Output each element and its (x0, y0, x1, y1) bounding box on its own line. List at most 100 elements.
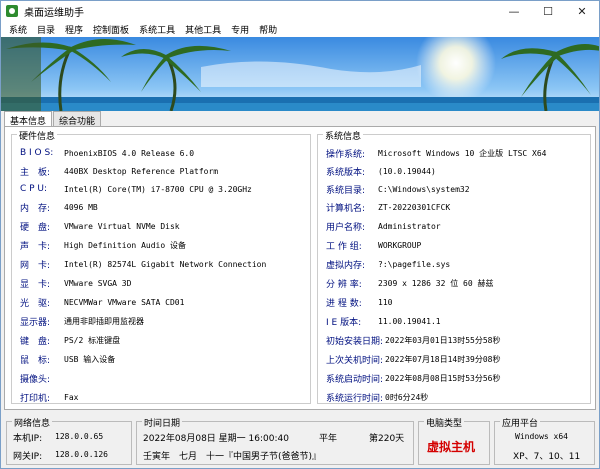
sys-label: 工 作 组: (326, 241, 362, 252)
platform-versions-text: XP、7、10、11 (513, 452, 581, 462)
date-time-text: 2022年08月08日 星期一 16:00:40 (143, 434, 289, 444)
hw-label: 键 盘: (20, 336, 51, 347)
datetime-title: 时间日期 (142, 416, 183, 429)
sys-label: 系统启动时间: (326, 374, 384, 385)
close-button[interactable]: ✕ (565, 1, 599, 21)
sys-label: 分 辨 率: (326, 279, 362, 290)
hw-value: PS/2 标准键盘 (64, 335, 121, 345)
pc-type-value: 虚拟主机 (427, 440, 476, 454)
hw-label: 内 存: (20, 203, 51, 214)
hw-label: 显示器: (20, 317, 51, 328)
sys-label: I E 版本: (326, 317, 362, 328)
beach-banner-image (1, 37, 599, 111)
sys-label: 系统运行时间: (326, 393, 384, 404)
window-title: 桌面运维助手 (24, 7, 84, 19)
minimize-button[interactable]: — (497, 1, 531, 21)
hw-label: 打印机: (20, 393, 51, 404)
hw-label: B I O S: (20, 148, 54, 158)
sys-value: Microsoft Windows 10 企业版 LTSC X64 (378, 148, 547, 158)
sys-row-last-shutdown: 上次关机时间: 2022年07月18日14时39分08秒 (326, 352, 500, 366)
hardware-info-title: 硬件信息 (17, 129, 58, 142)
hw-value: 通用非即插即用监视器 (64, 316, 144, 326)
hw-row-bios: B I O S: PhoenixBIOS 4.0 Release 6.0 (20, 146, 194, 160)
day-of-year-text: 第220天 (369, 434, 405, 444)
hw-value: USB 输入设备 (64, 354, 116, 364)
app-icon (6, 5, 18, 17)
hw-value: VMware SVGA 3D (64, 278, 132, 288)
hw-value: 440BX Desktop Reference Platform (64, 166, 219, 176)
hw-row-disk: 硬 盘: VMware Virtual NVMe Disk (20, 219, 180, 233)
menu-bar: 系统 目录 程序 控制面板 系统工具 其他工具 专用 帮助 (1, 21, 599, 37)
hw-label: 声 卡: (20, 241, 51, 252)
hw-label: 摄像头: (20, 374, 51, 385)
sys-label: 初始安装日期: (326, 336, 384, 347)
sys-value: 2022年08月08日15时53分56秒 (385, 373, 501, 383)
hw-label: 网 卡: (20, 260, 51, 271)
hw-value: VMware Virtual NVMe Disk (64, 221, 180, 231)
hw-value: PhoenixBIOS 4.0 Release 6.0 (64, 148, 195, 158)
sys-row-user-name: 用户名称: Administrator (326, 219, 441, 233)
sys-value: 2022年03月01日13时55分58秒 (385, 335, 501, 345)
sys-value: Administrator (378, 221, 441, 231)
sys-label: 虚拟内存: (326, 260, 366, 271)
hw-value: Fax (64, 392, 79, 402)
app-window: 桌面运维助手 — ☐ ✕ 系统 目录 程序 控制面板 系统工具 其他工具 专用 … (0, 0, 600, 469)
system-info-group: 系统信息 操作系统: Microsoft Windows 10 企业版 LTSC … (317, 129, 591, 404)
sys-row-install-date: 初始安装日期: 2022年03月01日13时55分58秒 (326, 333, 500, 347)
sys-row-computer-name: 计算机名: ZT-20220301CFCK (326, 200, 450, 214)
sys-row-uptime: 系统运行时间: 0时6分24秒 (326, 390, 428, 404)
tab-bar: 基本信息 综合功能 (4, 111, 102, 127)
menu-control-panel[interactable]: 控制面板 (88, 23, 134, 36)
menu-special[interactable]: 专用 (226, 23, 254, 36)
menu-other-tools[interactable]: 其他工具 (180, 23, 226, 36)
tab-basic-info[interactable]: 基本信息 (4, 111, 53, 127)
platform-title: 应用平台 (500, 416, 541, 429)
sys-value: 0时6分24秒 (385, 392, 429, 402)
sys-label: 计算机名: (326, 203, 366, 214)
menu-programs[interactable]: 程序 (60, 23, 88, 36)
sys-value: 110 (378, 297, 393, 307)
hw-row-cpu: C P U: Intel(R) Core(TM) i7-8700 CPU @ 3.… (20, 182, 252, 196)
network-info-title: 网络信息 (12, 416, 53, 429)
sys-row-ie-version: I E 版本: 11.00.19041.1 (326, 314, 441, 328)
sys-row-version: 系统版本: (10.0.19044) (326, 164, 436, 178)
sys-value: 2022年07月18日14时39分08秒 (385, 354, 501, 364)
tab-comprehensive[interactable]: 综合功能 (53, 111, 102, 127)
hw-row-motherboard: 主 板: 440BX Desktop Reference Platform (20, 164, 218, 178)
sys-value: (10.0.19044) (378, 166, 436, 176)
gateway-ip-label: 网关IP: (13, 452, 43, 462)
sys-row-virtual-memory: 虚拟内存: ?:\pagefile.sys (326, 257, 450, 271)
sys-value: 11.00.19041.1 (378, 316, 441, 326)
hw-label: 显 卡: (20, 279, 51, 290)
menu-directory[interactable]: 目录 (32, 23, 60, 36)
hw-row-network-card: 网 卡: Intel(R) 82574L Gigabit Network Conn… (20, 257, 266, 271)
hw-label: 硬 盘: (20, 222, 51, 233)
hw-row-camera: 摄像头: (20, 371, 64, 385)
sys-label: 上次关机时间: (326, 355, 384, 366)
sys-row-process-count: 进 程 数: 110 (326, 295, 392, 309)
hw-label: C P U: (20, 184, 48, 194)
sys-label: 操作系统: (326, 149, 366, 160)
sys-value: 2309 x 1286 32 位 60 赫兹 (378, 278, 494, 288)
menu-help[interactable]: 帮助 (254, 23, 282, 36)
menu-system-tools[interactable]: 系统工具 (134, 23, 180, 36)
maximize-button[interactable]: ☐ (531, 1, 565, 21)
sys-row-directory: 系统目录: C:\Windows\system32 (326, 182, 470, 196)
hw-row-display-card: 显 卡: VMware SVGA 3D (20, 276, 131, 290)
hw-row-printer: 打印机: Fax (20, 390, 78, 404)
system-info-title: 系统信息 (323, 129, 364, 142)
pc-type-group: 电脑类型 虚拟主机 (418, 416, 490, 465)
hw-value: High Definition Audio 设备 (64, 240, 186, 250)
sys-label: 系统版本: (326, 167, 366, 178)
hw-value: Intel(R) Core(TM) i7-8700 CPU @ 3.20GHz (64, 184, 252, 194)
hw-row-optical-drive: 光 驱: NECVMWar VMware SATA CD01 (20, 295, 184, 309)
hw-row-mouse: 鼠 标: USB 输入设备 (20, 352, 115, 366)
network-info-group: 网络信息 本机IP: 128.0.0.65 网关IP: 128.0.0.126 (6, 416, 132, 465)
local-ip-value: 128.0.0.65 (55, 432, 104, 441)
pc-type-title: 电脑类型 (424, 416, 465, 429)
hw-value: NECVMWar VMware SATA CD01 (64, 297, 185, 307)
sys-label: 系统目录: (326, 185, 366, 196)
sys-value: ZT-20220301CFCK (378, 202, 451, 212)
hw-label: 主 板: (20, 167, 51, 178)
menu-system[interactable]: 系统 (4, 23, 32, 36)
